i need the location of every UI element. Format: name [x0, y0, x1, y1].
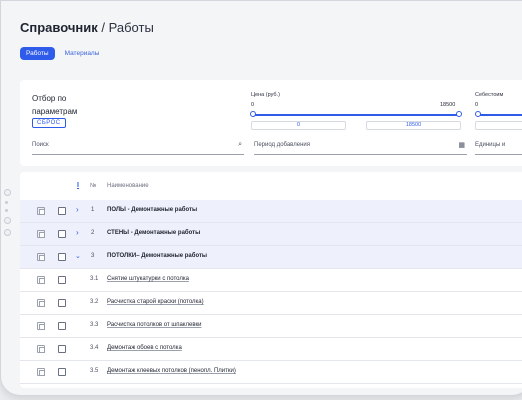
units-input[interactable]: Единицы и: [475, 142, 522, 155]
table-row[interactable]: 3.5 Демонтаж клеевых потолков (пенопл. П…: [20, 361, 522, 384]
copy-icon[interactable]: [37, 322, 45, 330]
row-checkbox[interactable]: [58, 253, 66, 261]
copy-icon[interactable]: [37, 345, 45, 353]
table-row[interactable]: 3.2 Расчистка старой краски (потолка): [20, 292, 522, 315]
search-placeholder: Поиск: [32, 142, 49, 148]
filter-panel: Отбор по параметрам СБРОС Цена (руб.) 0 …: [20, 80, 522, 166]
sort-icon[interactable]: I: [77, 182, 79, 189]
copy-icon[interactable]: [37, 299, 45, 307]
row-number: 3.5: [90, 368, 99, 374]
reset-button[interactable]: СБРОС: [32, 118, 66, 128]
column-header-name[interactable]: Наименование: [107, 183, 149, 189]
breadcrumb-separator: /: [101, 20, 105, 35]
row-number: 3.1: [90, 276, 99, 282]
row-name[interactable]: Демонтаж обоев с потолка: [107, 345, 182, 351]
tabs: Работы Материалы: [20, 47, 109, 60]
table-row[interactable]: › 1 ПОЛЫ - Демонтажные работы: [20, 200, 522, 223]
row-number: 1: [91, 207, 95, 213]
cost-from-input[interactable]: [475, 121, 522, 130]
filter-title: Отбор по параметрам: [32, 94, 78, 116]
row-checkbox[interactable]: [58, 207, 66, 215]
breadcrumb-current: Работы: [108, 20, 154, 35]
row-number: 2: [91, 230, 95, 236]
chevron-right-icon[interactable]: ›: [76, 205, 79, 214]
row-checkbox[interactable]: [58, 345, 66, 353]
row-name: ПОТОЛКИ– Демонтажные работы: [107, 253, 208, 259]
copy-icon[interactable]: [37, 276, 45, 284]
cost-label: Себестоим: [475, 92, 504, 98]
rail-dot[interactable]: [4, 217, 11, 224]
calendar-icon[interactable]: ▦: [458, 141, 465, 149]
cost-slider-track[interactable]: [480, 114, 522, 116]
table-row[interactable]: 3.4 Демонтаж обоев с потолка: [20, 338, 522, 361]
row-name[interactable]: Расчистка старой краски (потолка): [107, 299, 204, 305]
price-slider-min-handle[interactable]: [250, 111, 256, 117]
cost-min: 0: [475, 102, 479, 108]
table-row[interactable]: ⌄ 3 ПОТОЛКИ– Демонтажные работы: [20, 246, 522, 269]
price-slider-max-handle[interactable]: [456, 111, 462, 117]
table-row[interactable]: › 2 СТЕНЫ - Демонтажные работы: [20, 223, 522, 246]
row-number: 3: [91, 253, 95, 259]
chevron-right-icon[interactable]: ›: [76, 228, 79, 237]
copy-icon[interactable]: [37, 207, 45, 215]
row-name: СТЕНЫ - Демонтажные работы: [107, 230, 201, 236]
row-number: 3.3: [90, 322, 99, 328]
page-title: Справочник / Работы: [20, 20, 154, 35]
row-checkbox[interactable]: [58, 368, 66, 376]
price-min: 0: [251, 102, 255, 108]
rail-dot[interactable]: [4, 189, 11, 196]
side-rail: [4, 189, 12, 241]
works-table: I № Наименование › 1 ПОЛЫ - Демонтажные …: [20, 172, 522, 388]
units-placeholder: Единицы и: [475, 142, 506, 148]
rail-dot[interactable]: [5, 201, 8, 204]
row-name[interactable]: Снятие штукатурки с потолка: [107, 276, 189, 282]
column-header-num[interactable]: №: [90, 183, 96, 189]
row-number: 3.2: [90, 299, 99, 305]
price-slider-track[interactable]: [254, 114, 459, 116]
period-placeholder: Период добавления: [254, 142, 310, 148]
search-icon[interactable]: ⌕: [238, 141, 242, 149]
table-row[interactable]: 3.1 Снятие штукатурки с потолка: [20, 269, 522, 292]
copy-icon[interactable]: [37, 230, 45, 238]
period-input[interactable]: Период добавления ▦: [254, 142, 467, 155]
row-number: 3.4: [90, 345, 99, 351]
row-checkbox[interactable]: [58, 322, 66, 330]
rail-dot[interactable]: [4, 229, 11, 236]
price-to-input[interactable]: 18500: [366, 121, 461, 130]
price-max: 18500: [440, 102, 456, 108]
row-name: ПОЛЫ - Демонтажные работы: [107, 207, 198, 213]
price-from-input[interactable]: 0: [251, 121, 346, 130]
row-checkbox[interactable]: [58, 230, 66, 238]
table-header: I № Наименование: [20, 172, 522, 200]
row-checkbox[interactable]: [58, 276, 66, 284]
row-checkbox[interactable]: [58, 299, 66, 307]
cost-slider-min-handle[interactable]: [475, 111, 481, 117]
row-name[interactable]: Демонтаж клеевых потолков (пенопл. Плитк…: [107, 368, 236, 374]
breadcrumb-root[interactable]: Справочник: [20, 20, 98, 35]
app-window: Справочник / Работы Работы Материалы Отб…: [0, 0, 522, 396]
search-input[interactable]: Поиск ⌕: [32, 141, 244, 155]
chevron-down-icon[interactable]: ⌄: [75, 252, 81, 260]
copy-icon[interactable]: [37, 368, 45, 376]
tab-works[interactable]: Работы: [20, 47, 55, 60]
rail-dot[interactable]: [5, 209, 8, 212]
tab-materials[interactable]: Материалы: [59, 47, 106, 60]
table-row[interactable]: 3.3 Расчистка потолков от шпаклевки: [20, 315, 522, 338]
price-label: Цена (руб.): [251, 92, 280, 98]
row-name[interactable]: Расчистка потолков от шпаклевки: [107, 322, 202, 328]
copy-icon[interactable]: [37, 253, 45, 261]
